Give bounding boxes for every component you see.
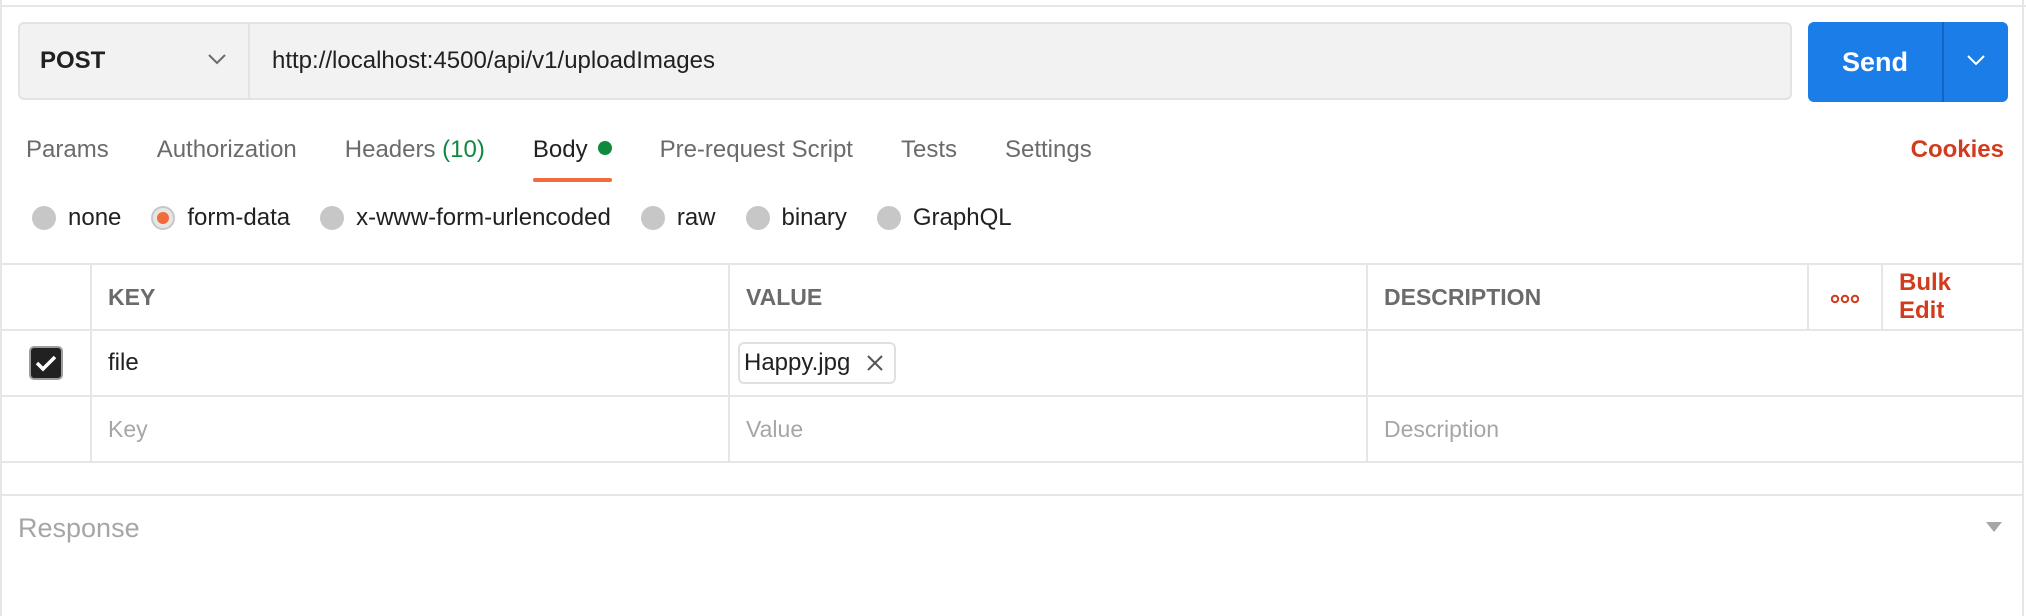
tab-headers[interactable]: Headers (10) xyxy=(345,130,485,182)
tab-label: Authorization xyxy=(156,136,297,163)
divider xyxy=(0,5,2026,7)
row-checkbox-cell xyxy=(2,331,92,395)
radio-raw[interactable]: raw xyxy=(640,204,716,232)
radio-circle-checked xyxy=(151,206,176,230)
radio-circle xyxy=(640,206,665,230)
radio-circle xyxy=(876,206,901,230)
new-value-cell xyxy=(730,397,1368,461)
header-key: KEY xyxy=(92,265,730,329)
close-icon xyxy=(867,355,884,371)
table-row: file Happy.jpg xyxy=(2,331,2022,397)
radio-label: GraphQL xyxy=(912,204,1012,231)
tab-label: Tests xyxy=(900,136,957,163)
header-checkbox-column xyxy=(2,265,92,329)
header-value: VALUE xyxy=(730,265,1368,329)
tab-label: Params xyxy=(26,136,109,163)
more-horizontal-icon xyxy=(1830,283,1860,311)
chevron-down-icon xyxy=(1967,53,1985,71)
table-row-new xyxy=(2,397,2022,463)
radio-label: x-www-form-urlencoded xyxy=(356,204,611,231)
more-options-button[interactable] xyxy=(1809,265,1883,329)
caret-down-icon xyxy=(1986,519,2002,537)
tab-label: Headers xyxy=(344,136,436,163)
radio-circle xyxy=(745,206,770,230)
radio-label: none xyxy=(68,204,122,231)
key-input[interactable] xyxy=(108,415,728,443)
radio-none[interactable]: none xyxy=(32,204,121,232)
send-options-button[interactable] xyxy=(1944,22,2008,102)
file-chip: Happy.jpg xyxy=(738,342,897,384)
tab-label: Body xyxy=(532,136,588,163)
request-tabs: Params Authorization Headers (10) Body P… xyxy=(26,130,1140,182)
radio-label: form-data xyxy=(187,204,291,231)
row-key: file xyxy=(108,349,139,376)
method-select[interactable]: POST xyxy=(20,24,250,98)
new-description-cell xyxy=(1368,397,2022,461)
method-label: POST xyxy=(40,47,106,74)
modified-dot-icon xyxy=(597,140,612,155)
row-description-cell[interactable] xyxy=(1368,331,2022,395)
tab-label: Pre-request Script xyxy=(659,136,853,163)
radio-binary[interactable]: binary xyxy=(745,204,847,232)
url-input[interactable] xyxy=(250,24,1790,98)
request-bar: POST xyxy=(18,22,1792,100)
row-key-cell[interactable]: file xyxy=(92,331,730,395)
tab-params[interactable]: Params xyxy=(26,130,109,182)
description-input[interactable] xyxy=(1384,415,2022,443)
row-checkbox-cell xyxy=(2,397,92,461)
send-button[interactable]: Send xyxy=(1808,22,1942,102)
form-data-table: KEY VALUE DESCRIPTION Bulk Edit file Hap… xyxy=(2,263,2022,463)
radio-circle xyxy=(320,206,345,230)
radio-x-www-form-urlencoded[interactable]: x-www-form-urlencoded xyxy=(320,204,611,232)
radio-circle xyxy=(32,206,56,230)
cookies-link[interactable]: Cookies xyxy=(1911,130,2004,170)
response-panel-toggle[interactable]: Response xyxy=(2,494,2022,560)
radio-form-data[interactable]: form-data xyxy=(151,204,290,232)
new-key-cell xyxy=(92,397,730,461)
tab-tests[interactable]: Tests xyxy=(901,130,957,182)
bulk-edit-link[interactable]: Bulk Edit xyxy=(1899,269,2002,325)
bulk-edit-cell: Bulk Edit xyxy=(1883,265,2022,329)
remove-file-button[interactable] xyxy=(866,354,884,372)
body-mode-radios: none form-data x-www-form-urlencoded raw… xyxy=(32,204,1042,232)
radio-label: binary xyxy=(781,204,847,231)
table-header-row: KEY VALUE DESCRIPTION Bulk Edit xyxy=(2,265,2022,331)
value-input[interactable] xyxy=(746,415,1366,443)
tab-body[interactable]: Body xyxy=(532,130,612,182)
radio-graphql[interactable]: GraphQL xyxy=(876,204,1012,232)
header-description: DESCRIPTION xyxy=(1368,265,1809,329)
checkmark-icon xyxy=(35,355,57,372)
tab-pre-request-script[interactable]: Pre-request Script xyxy=(660,130,853,182)
tab-settings[interactable]: Settings xyxy=(1005,130,1092,182)
send-button-group: Send xyxy=(1808,22,2008,102)
radio-label: raw xyxy=(676,204,716,231)
tab-label: Settings xyxy=(1004,136,1092,163)
chevron-down-icon xyxy=(208,52,226,70)
response-label: Response xyxy=(18,512,140,543)
headers-count: (10) xyxy=(442,136,485,163)
row-enabled-checkbox[interactable] xyxy=(29,346,63,380)
row-value-cell: Happy.jpg xyxy=(730,331,1368,395)
tab-authorization[interactable]: Authorization xyxy=(157,130,297,182)
file-name: Happy.jpg xyxy=(744,349,851,376)
